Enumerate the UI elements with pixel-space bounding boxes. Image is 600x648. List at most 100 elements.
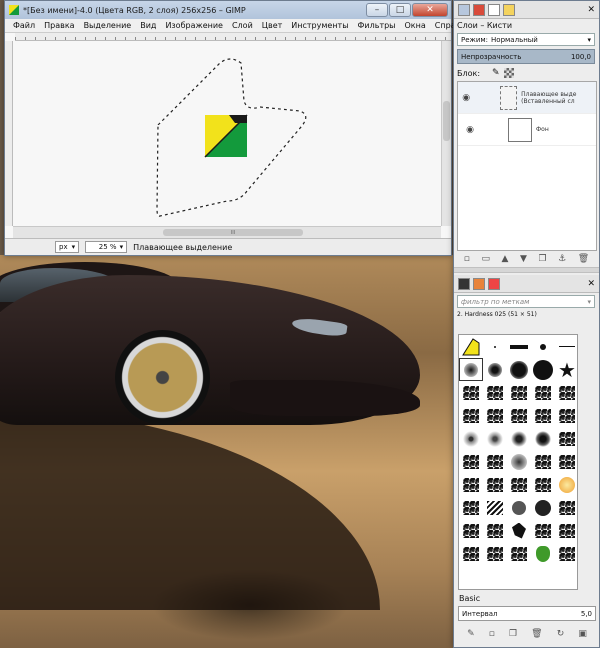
menu-view[interactable]: Вид	[140, 21, 156, 30]
delete-layer-icon[interactable]: 🗑	[578, 254, 589, 264]
brush-item[interactable]	[483, 496, 507, 519]
layer-row[interactable]: ◉ Плавающее выде (Вставленный сл	[458, 82, 596, 114]
brush-item[interactable]	[483, 427, 507, 450]
brush-item[interactable]	[531, 473, 555, 496]
tab-brushes[interactable]	[458, 277, 470, 290]
brush-item[interactable]	[459, 404, 483, 427]
brush-item[interactable]	[459, 358, 483, 381]
brush-item[interactable]	[531, 427, 555, 450]
brush-item[interactable]	[555, 450, 579, 473]
eye-icon[interactable]: ◉	[458, 125, 482, 135]
brush-item[interactable]	[555, 519, 579, 542]
close-brushes-button[interactable]: ✕	[587, 279, 595, 289]
maximize-button[interactable]: □	[389, 3, 411, 17]
image-window-titlebar[interactable]: *[Без имени]-4.0 (Цвета RGB, 2 слоя) 256…	[5, 1, 451, 19]
new-group-icon[interactable]: ▭	[481, 254, 490, 264]
brush-item[interactable]	[459, 381, 483, 404]
brush-item[interactable]	[459, 335, 483, 358]
brush-item[interactable]	[555, 404, 579, 427]
duplicate-layer-icon[interactable]: ❐	[539, 254, 547, 264]
brush-item[interactable]	[507, 358, 531, 381]
lower-layer-icon[interactable]: ▼	[520, 254, 527, 264]
brush-item[interactable]	[507, 473, 531, 496]
brush-item[interactable]	[555, 427, 579, 450]
tab-patterns[interactable]	[473, 277, 485, 290]
menu-file[interactable]: Файл	[13, 21, 35, 30]
brush-item[interactable]	[555, 496, 579, 519]
brush-item[interactable]	[507, 519, 531, 542]
zoom-select[interactable]: 25 % ▾	[85, 241, 128, 253]
eye-icon[interactable]: ◉	[458, 93, 474, 103]
brush-item[interactable]	[459, 473, 483, 496]
brush-item[interactable]	[459, 519, 483, 542]
brush-item[interactable]	[483, 542, 507, 565]
layers-list[interactable]: ◉ Плавающее выде (Вставленный сл ◉ Фон	[457, 81, 597, 251]
menu-filters[interactable]: Фильтры	[358, 21, 396, 30]
vertical-scrollbar[interactable]	[441, 41, 451, 226]
brush-item[interactable]	[531, 358, 555, 381]
alpha-lock-icon[interactable]	[503, 68, 514, 78]
tab-channels[interactable]	[473, 3, 485, 16]
unit-select[interactable]: px ▾	[55, 241, 80, 253]
brush-item[interactable]	[483, 450, 507, 473]
brush-item[interactable]	[483, 381, 507, 404]
spacing-slider[interactable]: Интервал 5,0	[458, 606, 596, 621]
open-as-image-icon[interactable]: ▣	[578, 629, 587, 639]
horizontal-scroll-thumb[interactable]: III	[163, 229, 303, 236]
brush-item[interactable]	[555, 335, 579, 358]
menu-color[interactable]: Цвет	[262, 21, 283, 30]
brush-item[interactable]	[483, 519, 507, 542]
duplicate-brush-icon[interactable]: ❐	[509, 629, 517, 639]
menu-edit[interactable]: Правка	[44, 21, 74, 30]
brush-item[interactable]	[483, 473, 507, 496]
brush-item[interactable]	[483, 404, 507, 427]
layer-row[interactable]: ◉ Фон	[458, 114, 596, 146]
menu-windows[interactable]: Окна	[405, 21, 426, 30]
brush-item[interactable]	[459, 496, 483, 519]
tab-gradients[interactable]	[488, 277, 500, 290]
vertical-scroll-thumb[interactable]	[443, 101, 450, 141]
menu-tools[interactable]: Инструменты	[291, 21, 348, 30]
brush-item[interactable]	[507, 381, 531, 404]
tab-undo[interactable]	[503, 3, 515, 16]
brush-lock-icon[interactable]: ✎	[492, 68, 500, 78]
brush-item[interactable]	[507, 404, 531, 427]
brush-item[interactable]	[507, 335, 531, 358]
image-canvas[interactable]	[15, 41, 435, 226]
opacity-slider[interactable]: Непрозрачность 100,0	[457, 49, 595, 64]
mode-select[interactable]: Режим: Нормальный ▾	[457, 33, 595, 46]
dock-separator[interactable]	[454, 267, 599, 273]
vertical-ruler[interactable]	[5, 41, 13, 226]
brush-grid[interactable]: ★	[458, 334, 578, 590]
new-layer-icon[interactable]: ▫	[464, 254, 470, 264]
brush-item[interactable]	[531, 335, 555, 358]
brush-item[interactable]	[507, 496, 531, 519]
minimize-button[interactable]: –	[366, 3, 388, 17]
refresh-brushes-icon[interactable]: ↻	[557, 629, 565, 639]
anchor-layer-icon[interactable]: ⚓	[558, 254, 566, 264]
brush-filter-input[interactable]: фильтр по меткам ▾	[457, 295, 595, 308]
delete-brush-icon[interactable]: 🗑	[531, 629, 542, 639]
tab-layers[interactable]	[458, 3, 470, 16]
brush-item[interactable]	[459, 450, 483, 473]
star-icon[interactable]: ★	[555, 358, 579, 382]
brush-item[interactable]	[555, 381, 579, 404]
brush-item[interactable]	[507, 450, 531, 473]
horizontal-ruler[interactable]	[15, 33, 451, 41]
brush-item[interactable]	[459, 542, 483, 565]
brush-item[interactable]	[531, 450, 555, 473]
gimp-image-window[interactable]: *[Без имени]-4.0 (Цвета RGB, 2 слоя) 256…	[4, 0, 470, 256]
menu-select[interactable]: Выделение	[84, 21, 132, 30]
pepper-icon[interactable]	[531, 542, 555, 565]
menu-layer[interactable]: Слой	[232, 21, 253, 30]
horizontal-scrollbar[interactable]: III	[13, 226, 441, 238]
close-button[interactable]: ✕	[412, 3, 448, 17]
brush-item[interactable]	[483, 358, 507, 381]
brush-item[interactable]	[555, 542, 579, 565]
close-dock-button[interactable]: ✕	[587, 5, 595, 15]
brush-item[interactable]	[531, 496, 555, 519]
brush-item[interactable]	[459, 427, 483, 450]
brush-item[interactable]	[531, 519, 555, 542]
brush-item[interactable]	[507, 427, 531, 450]
canvas-area[interactable]: III	[5, 33, 451, 238]
